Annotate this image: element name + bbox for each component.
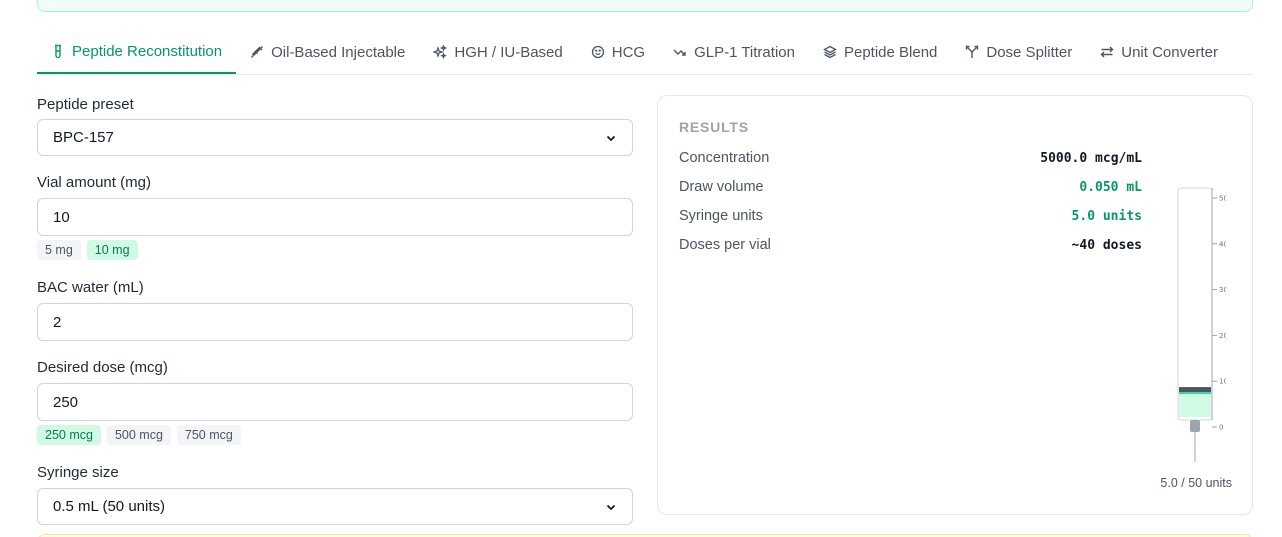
desired-dose-label: Desired dose (mcg) [37, 359, 168, 376]
desired-dose-value: 250 [53, 393, 79, 411]
tab-label: Unit Converter [1121, 43, 1218, 61]
syringe-size-label: Syringe size [37, 464, 119, 481]
layers-icon [823, 45, 837, 59]
bac-water-label: BAC water (mL) [37, 279, 144, 296]
syringe-tick-label: 20 [1219, 332, 1226, 340]
result-label: Concentration [679, 150, 770, 166]
syringe-tick-label: 10 [1219, 378, 1226, 386]
peptide-preset-label: Peptide preset [37, 96, 134, 113]
tab-hcg[interactable]: HCG [577, 30, 659, 74]
results-card: RESULTS Concentration 5000.0 mcg/mL Draw… [657, 95, 1253, 515]
result-row-doses-per-vial: Doses per vial ~40 doses [679, 235, 1142, 255]
tab-unit-converter[interactable]: Unit Converter [1086, 30, 1232, 74]
chip-500mcg[interactable]: 500 mcg [106, 425, 171, 445]
vial-amount-value: 10 [53, 208, 70, 226]
dose-presets: 250 mcg 500 mcg 750 mcg [37, 425, 633, 445]
results-title: RESULTS [679, 119, 749, 135]
chevron-down-icon [606, 504, 616, 510]
swap-icon [1100, 45, 1114, 59]
sparkle-icon [433, 45, 448, 59]
result-row-concentration: Concentration 5000.0 mcg/mL [679, 148, 1142, 168]
input-form: Peptide preset BPC-157 Vial amount (mg) … [37, 95, 633, 525]
desired-dose-input[interactable]: 250 [37, 383, 633, 421]
syringe-size-value: 0.5 mL (50 units) [53, 498, 165, 515]
syringe-ticks: 50 40 30 20 10 0 [1212, 195, 1226, 432]
tab-glp1-titration[interactable]: GLP-1 Titration [659, 30, 809, 74]
vial-icon [51, 44, 65, 58]
result-label: Doses per vial [679, 237, 771, 253]
chip-250mcg[interactable]: 250 mcg [37, 425, 101, 445]
result-row-syringe-units: Syringe units 5.0 units [679, 206, 1142, 226]
tab-label: Dose Splitter [986, 43, 1073, 61]
syringe-size-select[interactable]: 0.5 mL (50 units) [37, 488, 633, 525]
peptide-preset-value: BPC-157 [53, 129, 114, 146]
tab-label: HCG [611, 43, 646, 61]
chip-750mcg[interactable]: 750 mcg [176, 425, 241, 445]
syringe-tick-label: 40 [1219, 240, 1226, 248]
vial-amount-input[interactable]: 10 [37, 198, 633, 236]
syringe-illustration: 50 40 30 20 10 0 [1177, 187, 1226, 462]
result-value: 0.050 mL [1079, 179, 1142, 195]
tab-label: GLP-1 Titration [694, 43, 795, 61]
tab-label: Oil-Based Injectable [271, 43, 406, 61]
tab-oil-based-injectable[interactable]: Oil-Based Injectable [236, 30, 419, 74]
smile-icon [591, 45, 605, 59]
syringe-tick-label: 50 [1219, 195, 1226, 203]
syringe-fill [1179, 393, 1211, 417]
tab-label: HGH / IU-Based [454, 43, 563, 61]
result-label: Syringe units [679, 208, 763, 224]
bac-water-input[interactable]: 2 [37, 303, 633, 341]
vial-amount-presets: 5 mg 10 mg [37, 240, 633, 260]
tab-hgh-iu-based[interactable]: HGH / IU-Based [419, 30, 576, 74]
tab-label: Peptide Blend [843, 43, 938, 61]
syringe-caption: 5.0 / 50 units [1160, 476, 1232, 490]
syringe-icon [250, 45, 264, 59]
trend-icon [673, 45, 687, 59]
syringe-plunger-seal [1179, 392, 1211, 395]
result-value: ~40 doses [1071, 237, 1142, 253]
chevron-down-icon [606, 135, 616, 141]
bac-water-value: 2 [53, 313, 62, 331]
top-banner [37, 0, 1253, 12]
chip-10mg[interactable]: 10 mg [86, 240, 138, 260]
tab-peptide-blend[interactable]: Peptide Blend [809, 30, 951, 74]
syringe-tick-label: 30 [1219, 286, 1226, 294]
tab-label: Peptide Reconstitution [72, 42, 223, 60]
result-value: 5.0 units [1071, 208, 1142, 224]
syringe-plunger [1179, 387, 1211, 393]
split-icon [965, 45, 979, 59]
vial-amount-label: Vial amount (mg) [37, 174, 151, 191]
syringe-tick-label: 0 [1219, 424, 1223, 432]
chip-5mg[interactable]: 5 mg [37, 240, 81, 260]
result-row-draw-volume: Draw volume 0.050 mL [679, 177, 1142, 197]
tab-peptide-reconstitution[interactable]: Peptide Reconstitution [37, 30, 237, 74]
result-value: 5000.0 mcg/mL [1040, 150, 1142, 166]
calculator-tabs: Peptide Reconstitution Oil-Based Injecta… [37, 30, 1253, 75]
syringe-hub [1190, 420, 1200, 432]
tab-dose-splitter[interactable]: Dose Splitter [951, 30, 1086, 74]
result-label: Draw volume [679, 179, 764, 195]
peptide-preset-select[interactable]: BPC-157 [37, 119, 633, 156]
syringe-barrel [1177, 187, 1213, 421]
